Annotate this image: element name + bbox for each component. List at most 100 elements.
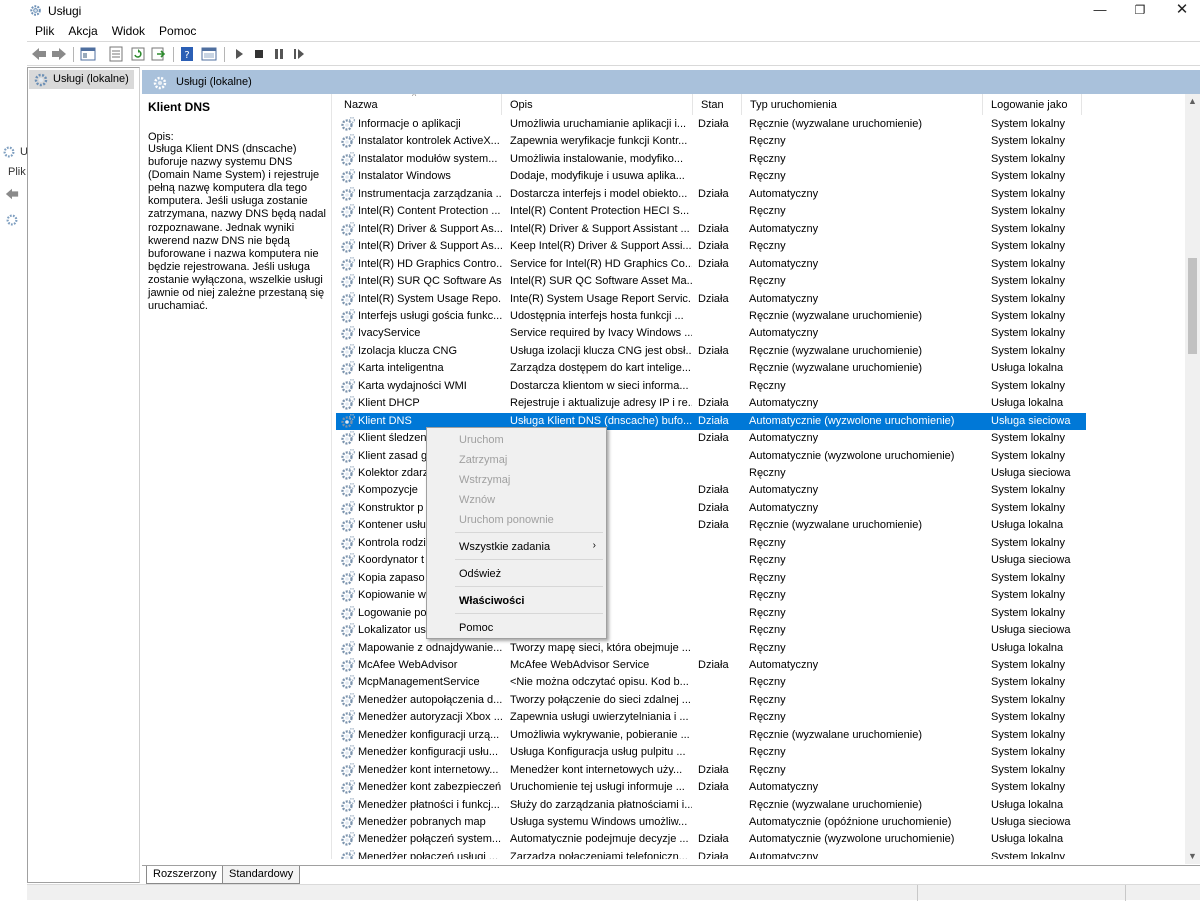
table-row[interactable]: Menedżer pobranych map Usługa systemu Win… xyxy=(336,814,1086,831)
table-row[interactable]: Instalator kontrolek ActiveX... Zapewnia … xyxy=(336,133,1086,150)
table-row[interactable]: Karta inteligentna Zarządza dostępem do k… xyxy=(336,360,1086,377)
service-logon-cell: System lokalny xyxy=(991,536,1065,549)
tree-item-services-local[interactable]: Usługi (lokalne) xyxy=(29,70,134,89)
table-row[interactable]: Intel(R) System Usage Repo... Inte(R) Sys… xyxy=(336,291,1086,308)
window-title: Usługi xyxy=(48,4,82,18)
column-stan[interactable]: Stan xyxy=(693,94,742,115)
service-logon-cell: System lokalny xyxy=(991,850,1065,859)
column-typ-uruchomienia[interactable]: Typ uruchomienia xyxy=(742,94,983,115)
menu-item-odswiez[interactable]: Odśwież xyxy=(429,564,604,584)
service-logon-cell: Usługa lokalna xyxy=(991,833,1064,846)
restart-icon[interactable] xyxy=(291,46,307,62)
table-row[interactable]: Intel(R) HD Graphics Contro... Service fo… xyxy=(336,256,1086,273)
table-row[interactable]: Menedżer konfiguracji urzą... Umożliwia w… xyxy=(336,727,1086,744)
menu-item-uruchom[interactable]: Uruchom xyxy=(429,430,604,450)
table-row[interactable]: Instrumentacja zarządzania ... Dostarcza … xyxy=(336,186,1086,203)
service-logon-cell: System lokalny xyxy=(991,327,1065,340)
table-row[interactable]: Izolacja klucza CNG Usługa izolacji klucz… xyxy=(336,343,1086,360)
menu-item-wznow[interactable]: Wznów xyxy=(429,490,604,510)
service-status-cell: Działa xyxy=(698,781,729,794)
service-startup-type-cell: Automatyczny xyxy=(749,432,819,445)
service-logon-cell: System lokalny xyxy=(991,449,1065,462)
table-row[interactable]: Instalator modułów system... Umożliwia in… xyxy=(336,151,1086,168)
table-row[interactable]: Menedżer kont zabezpieczeń Uruchomienie t… xyxy=(336,779,1086,796)
table-row[interactable]: Menedżer płatności i funkcj... Służy do z… xyxy=(336,797,1086,814)
table-row[interactable]: McAfee WebAdvisor McAfee WebAdvisor Servi… xyxy=(336,657,1086,674)
maximize-button[interactable]: ❐ xyxy=(1118,0,1162,21)
help-icon[interactable]: ? xyxy=(179,46,195,62)
refresh-icon[interactable] xyxy=(130,46,146,62)
pause-icon[interactable] xyxy=(271,46,287,62)
table-row[interactable]: Klient DHCP Rejestruje i aktualizuje adre… xyxy=(336,395,1086,412)
forward-arrow-icon[interactable] xyxy=(51,46,67,62)
service-gear-icon xyxy=(341,204,356,218)
service-name-cell: Intel(R) Content Protection ... xyxy=(358,205,501,218)
console-tree-icon[interactable] xyxy=(80,46,96,62)
table-row[interactable]: Menedżer autopołączenia d... Tworzy połąc… xyxy=(336,692,1086,709)
column-nazwa[interactable]: Nazwa ^ xyxy=(336,94,502,115)
menu-item-pomoc[interactable]: Pomoc xyxy=(429,618,604,638)
table-row[interactable]: Intel(R) Driver & Support As... Keep Inte… xyxy=(336,238,1086,255)
service-name-cell: Intel(R) System Usage Repo... xyxy=(358,292,502,305)
column-opis[interactable]: Opis xyxy=(502,94,693,115)
service-gear-icon xyxy=(341,762,356,777)
service-gear-icon xyxy=(341,518,356,532)
table-row[interactable]: Menedżer konfiguracji usłu... Usługa Konf… xyxy=(336,744,1086,761)
tab-rozszerzony[interactable]: Rozszerzony xyxy=(146,866,224,884)
service-startup-type-cell: Ręczny xyxy=(749,379,786,392)
service-name-cell: Instalator kontrolek ActiveX... xyxy=(358,135,500,148)
service-name-cell: McAfee WebAdvisor xyxy=(358,658,458,671)
service-description-cell: Zarządza dostępem do kart intelige... xyxy=(510,362,691,375)
scroll-down-icon[interactable]: ▼ xyxy=(1185,849,1200,864)
menu-pomoc[interactable]: Pomoc xyxy=(151,21,202,38)
menu-item-wstrzymaj[interactable]: Wstrzymaj xyxy=(429,470,604,490)
service-description-cell: Tworzy mapę sieci, która obejmuje ... xyxy=(510,641,691,654)
service-startup-type-cell: Ręczny xyxy=(749,571,786,584)
minimize-button[interactable]: — xyxy=(1078,0,1122,21)
service-gear-icon xyxy=(341,221,356,236)
service-logon-cell: System lokalny xyxy=(991,589,1065,602)
column-logowanie-jako[interactable]: Logowanie jako xyxy=(983,94,1082,115)
menu-widok[interactable]: Widok xyxy=(104,21,151,38)
vertical-scrollbar[interactable]: ▲ ▼ xyxy=(1185,94,1200,864)
table-row[interactable]: Karta wydajności WMI Dostarcza klientom w… xyxy=(336,378,1086,395)
back-arrow-icon[interactable] xyxy=(31,46,47,62)
table-row[interactable]: McpManagementService <Nie można odczytać … xyxy=(336,674,1086,691)
service-startup-type-cell: Ręczny xyxy=(749,240,786,253)
menu-item-wlasciwosci[interactable]: Właściwości xyxy=(429,591,604,611)
table-row[interactable]: Menedżer kont internetowy... Menedżer kon… xyxy=(336,762,1086,779)
table-row[interactable]: Menedżer połączeń system... Automatycznie… xyxy=(336,831,1086,848)
table-row[interactable]: Mapowanie z odnajdywanie... Tworzy mapę s… xyxy=(336,640,1086,657)
menu-item-zatrzymaj[interactable]: Zatrzymaj xyxy=(429,450,604,470)
table-row[interactable]: Intel(R) SUR QC Software As... Intel(R) S… xyxy=(336,273,1086,290)
scroll-thumb[interactable] xyxy=(1188,258,1197,354)
play-icon[interactable] xyxy=(231,46,247,62)
menu-item-uruchom-ponownie[interactable]: Uruchom ponownie xyxy=(429,510,604,530)
menu-plik[interactable]: Plik xyxy=(27,21,60,38)
tab-standardowy[interactable]: Standardowy xyxy=(222,866,301,884)
table-row[interactable]: Menedżer autoryzacji Xbox ... Zapewnia us… xyxy=(336,709,1086,726)
menu-item-wszystkie-zadania[interactable]: Wszystkie zadania › xyxy=(429,537,604,557)
service-gear-icon xyxy=(341,116,356,131)
table-row[interactable]: Instalator Windows Dodaje, modyfikuje i u… xyxy=(336,168,1086,185)
service-name-cell: Intel(R) SUR QC Software As... xyxy=(358,275,502,288)
table-row[interactable]: Intel(R) Content Protection ... Intel(R) … xyxy=(336,203,1086,220)
table-row[interactable]: Intel(R) Driver & Support As... Intel(R) … xyxy=(336,221,1086,238)
service-gear-icon xyxy=(341,727,356,742)
export-icon[interactable] xyxy=(150,46,166,62)
table-row[interactable]: Informacje o aplikacji Umożliwia uruchami… xyxy=(336,116,1086,133)
close-button[interactable]: ✕ xyxy=(1160,0,1200,21)
menu-bar: Plik Akcja Widok Pomoc xyxy=(27,21,1200,41)
service-name-cell: Menedżer pobranych map xyxy=(358,816,486,828)
table-row[interactable]: Menedżer połączeń usługi ... Zarządza poł… xyxy=(336,849,1086,859)
service-logon-cell: Usługa lokalna xyxy=(991,798,1064,811)
table-row[interactable]: IvacyService Service required by Ivacy Wi… xyxy=(336,325,1086,342)
menu-divider xyxy=(27,41,1200,42)
properties-icon[interactable] xyxy=(201,46,217,62)
stop-icon[interactable] xyxy=(251,46,267,62)
service-gear-icon xyxy=(341,326,356,341)
menu-akcja[interactable]: Akcja xyxy=(60,21,103,38)
scroll-up-icon[interactable]: ▲ xyxy=(1185,94,1200,109)
table-row[interactable]: Interfejs usługi gościa funkc... Udostępn… xyxy=(336,308,1086,325)
export-list-icon[interactable] xyxy=(108,46,124,62)
